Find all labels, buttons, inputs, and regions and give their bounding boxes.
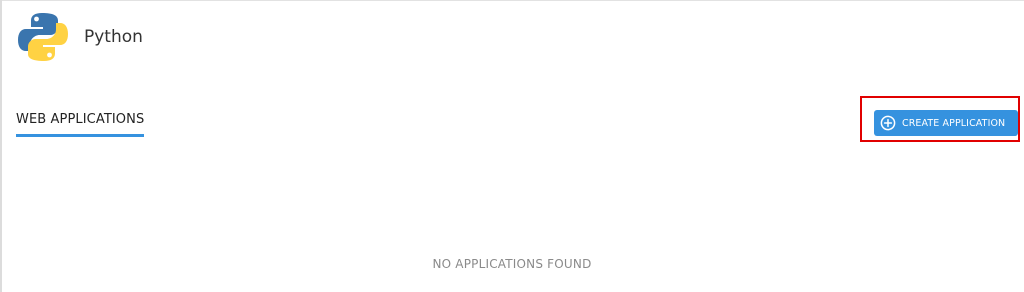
plus-circle-icon bbox=[880, 115, 896, 131]
page-header: Python bbox=[16, 10, 143, 64]
left-divider bbox=[0, 0, 2, 292]
top-divider bbox=[0, 0, 1024, 1]
tab-bar: WEB APPLICATIONS bbox=[16, 108, 145, 137]
create-application-label: CREATE APPLICATION bbox=[902, 117, 1006, 129]
create-application-button[interactable]: CREATE APPLICATION bbox=[874, 110, 1018, 136]
python-logo-icon bbox=[18, 13, 68, 61]
page-title: Python bbox=[84, 27, 143, 47]
tab-web-applications[interactable]: WEB APPLICATIONS bbox=[16, 112, 145, 137]
empty-state-message: NO APPLICATIONS FOUND bbox=[432, 257, 592, 271]
